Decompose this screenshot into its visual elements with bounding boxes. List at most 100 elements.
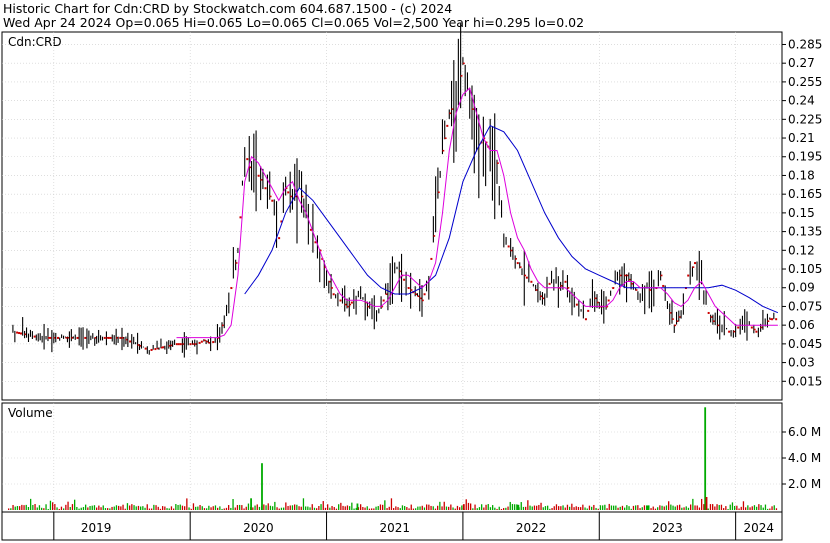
volume-bar [25,504,27,510]
volume-bar [91,505,93,510]
price-dot [694,262,697,265]
price-close-tick [753,328,756,331]
volume-bar [621,505,624,510]
volume-bar [274,501,276,510]
volume-bar [27,506,30,510]
volume-bar [604,504,606,510]
price-dot [403,278,406,281]
y-tick-label: 0.225 [788,112,822,126]
price-dot [107,336,110,339]
volume-bar [362,506,364,510]
volume-bar [124,508,126,510]
price-close-tick [399,270,402,273]
volume-bar [742,501,745,510]
volume-bar [406,507,408,510]
volume-bar [771,506,773,510]
volume-bar [179,504,181,510]
volume-bar [683,507,685,510]
price-dot [257,174,260,177]
volume-bar [448,506,450,510]
volume-bar [723,508,725,510]
volume-bar [69,507,71,510]
volume-bar [309,507,311,510]
y-tick-label: 0.015 [788,374,822,388]
volume-bar [221,508,223,510]
price-dot [737,326,740,329]
price-dot [150,348,153,351]
volume-bar [764,504,767,510]
price-dot [548,282,551,285]
y-tick-label: 0.12 [788,243,815,257]
volume-bar [333,507,335,510]
volume-bar [606,508,608,510]
volume-bar [637,505,639,510]
price-dot [129,340,132,343]
volume-bar [773,505,775,510]
volume-bar [580,507,582,510]
volume-bar [269,505,272,510]
volume-bar [140,506,142,510]
price-dot [33,335,36,338]
volume-bar [65,504,67,510]
x-tick-label: 2024 [744,521,775,535]
volume-bar [751,506,753,510]
volume-bar [584,507,586,510]
volume-bar [254,505,256,510]
price-close-tick [519,266,522,268]
volume-bar [21,504,23,510]
volume-bar [137,505,140,510]
volume-bar [49,500,52,510]
volume-bar [195,506,197,510]
volume-bar [307,506,309,510]
volume-bar [624,507,626,510]
y-tick-label: 0.135 [788,225,822,239]
price-close-tick [385,293,388,295]
volume-bar [93,505,96,510]
volume-bar [676,505,679,510]
price-close-tick [678,316,681,318]
price-close-tick [367,305,370,308]
price-dot [175,343,178,346]
volume-bar [340,502,342,510]
volume-bar [100,507,102,510]
volume-bar [263,504,265,510]
price-close-tick [344,303,347,306]
volume-bar [34,503,36,510]
price-close-tick [540,295,542,298]
price-dot [287,191,290,194]
price-dot [382,299,385,302]
volume-bar [441,506,443,510]
volume-bar [555,504,558,510]
volume-bar [522,506,525,510]
volume-bar [775,508,778,510]
volume-bar [252,507,254,510]
price-dot [564,280,567,283]
price-dot [212,341,215,344]
volume-bar [272,506,274,510]
price-dot [20,332,23,335]
volume-bar [747,505,749,510]
volume-bar [338,504,340,510]
volume-bar [452,507,454,510]
volume-bar [41,507,43,510]
volume-bar [652,506,654,510]
volume-bar [478,507,481,510]
volume-bar [102,505,104,510]
volume-bar [628,506,630,510]
volume-bar [393,508,395,510]
price-close-tick [674,324,677,327]
volume-bar [635,505,637,510]
price-close-tick [660,274,663,277]
price-dot [278,237,281,240]
volume-bar [135,506,137,510]
y-tick-label: 0.165 [788,187,822,201]
price-close-tick [635,289,638,291]
volume-bar [738,508,740,510]
volume-bar [58,508,60,510]
volume-bar [8,508,10,510]
volume-bar [146,504,148,510]
volume-bar [613,505,615,510]
price-close-tick [624,274,627,277]
volume-bar [520,502,522,510]
volume-bar [118,505,120,510]
